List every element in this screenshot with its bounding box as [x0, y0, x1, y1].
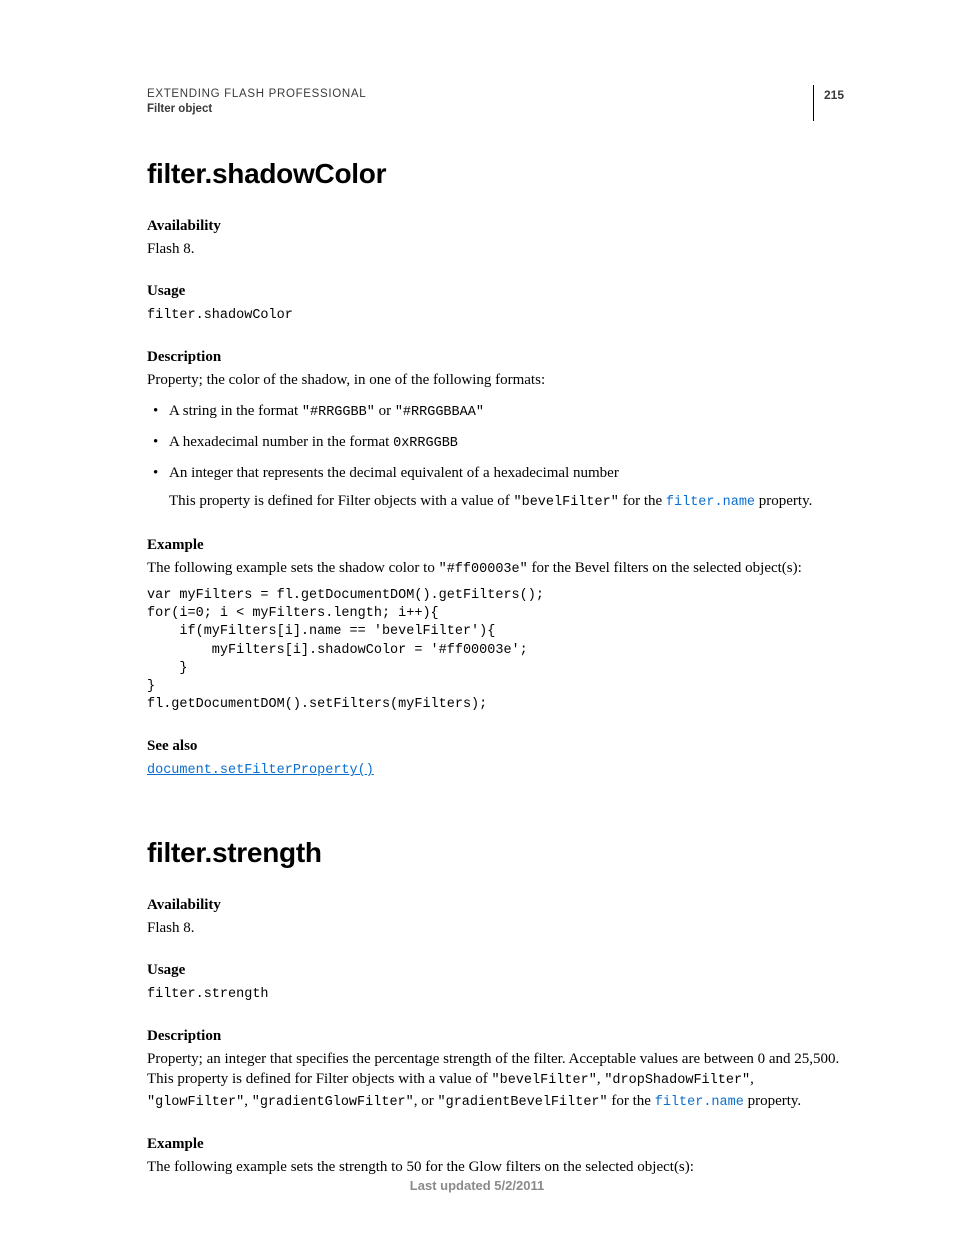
bullet-text: or	[375, 403, 395, 419]
desc-text: ,	[244, 1093, 252, 1109]
label-example: Example	[147, 537, 844, 554]
inline-code: "#ff00003e"	[439, 562, 528, 577]
header-divider	[813, 85, 814, 121]
inline-code: "#RRGGBB"	[302, 405, 375, 420]
desc-text: , or	[414, 1093, 438, 1109]
desc-text: ,	[750, 1071, 754, 1087]
label-availability: Availability	[147, 218, 844, 235]
code-block: var myFilters = fl.getDocumentDOM().getF…	[147, 587, 844, 715]
inline-code: "bevelFilter"	[492, 1073, 597, 1088]
availability-text: Flash 8.	[147, 918, 844, 938]
link-filter-name[interactable]: filter.name	[655, 1095, 744, 1110]
running-head-left: EXTENDING FLASH PROFESSIONAL Filter obje…	[147, 88, 844, 115]
description-text: Property; an integer that specifies the …	[147, 1049, 844, 1112]
label-usage: Usage	[147, 962, 844, 979]
inline-code: "#RRGGBBAA"	[395, 405, 484, 420]
description-text: Property; the color of the shadow, in on…	[147, 370, 844, 390]
label-seealso: See also	[147, 738, 844, 755]
inline-code: "gradientGlowFilter"	[252, 1095, 414, 1110]
content: filter.shadowColor Availability Flash 8.…	[147, 88, 844, 1177]
section-filter-strength: filter.strength Availability Flash 8. Us…	[147, 837, 844, 1177]
running-head: EXTENDING FLASH PROFESSIONAL Filter obje…	[147, 88, 844, 115]
example-intro: The following example sets the shadow co…	[147, 558, 844, 579]
bullet-text: property.	[755, 493, 812, 509]
label-usage: Usage	[147, 283, 844, 300]
bullet-list: A string in the format "#RRGGBB" or "#RR…	[147, 401, 844, 513]
label-availability: Availability	[147, 897, 844, 914]
inline-code: "glowFilter"	[147, 1095, 244, 1110]
label-example: Example	[147, 1136, 844, 1153]
label-description: Description	[147, 349, 844, 366]
page-number: 215	[824, 88, 844, 102]
inline-code: 0xRRGGBB	[393, 436, 458, 451]
doc-title: EXTENDING FLASH PROFESSIONAL	[147, 88, 844, 100]
bullet-text: for the	[619, 493, 666, 509]
heading-filter-strength: filter.strength	[147, 837, 844, 869]
heading-filter-shadowcolor: filter.shadowColor	[147, 158, 844, 190]
inline-code: "dropShadowFilter"	[604, 1073, 750, 1088]
footer-last-updated: Last updated 5/2/2011	[0, 1178, 954, 1193]
example-intro-text: The following example sets the shadow co…	[147, 560, 439, 576]
bullet-text: A string in the format	[169, 403, 302, 419]
example-intro-text: for the Bevel filters on the selected ob…	[528, 560, 802, 576]
availability-text: Flash 8.	[147, 239, 844, 259]
desc-text: for the	[608, 1093, 655, 1109]
bullet-item: A string in the format "#RRGGBB" or "#RR…	[169, 401, 844, 422]
label-description: Description	[147, 1028, 844, 1045]
bullet-text: A hexadecimal number in the format	[169, 434, 393, 450]
bullet-text: An integer that represents the decimal e…	[169, 465, 619, 481]
example-intro: The following example sets the strength …	[147, 1157, 844, 1177]
bullet-item: A hexadecimal number in the format 0xRRG…	[169, 432, 844, 453]
usage-code: filter.shadowColor	[147, 308, 293, 323]
bullet-subtext: This property is defined for Filter obje…	[169, 491, 844, 512]
inline-code: "gradientBevelFilter"	[438, 1095, 608, 1110]
usage-code: filter.strength	[147, 987, 269, 1002]
page: EXTENDING FLASH PROFESSIONAL Filter obje…	[0, 0, 954, 1235]
desc-text: property.	[744, 1093, 801, 1109]
link-setfilterproperty[interactable]: document.setFilterProperty()	[147, 763, 374, 778]
bullet-text: This property is defined for Filter obje…	[169, 493, 514, 509]
inline-code: "bevelFilter"	[514, 495, 619, 510]
section-name: Filter object	[147, 103, 844, 115]
bullet-item: An integer that represents the decimal e…	[169, 463, 844, 512]
link-filter-name[interactable]: filter.name	[666, 495, 755, 510]
